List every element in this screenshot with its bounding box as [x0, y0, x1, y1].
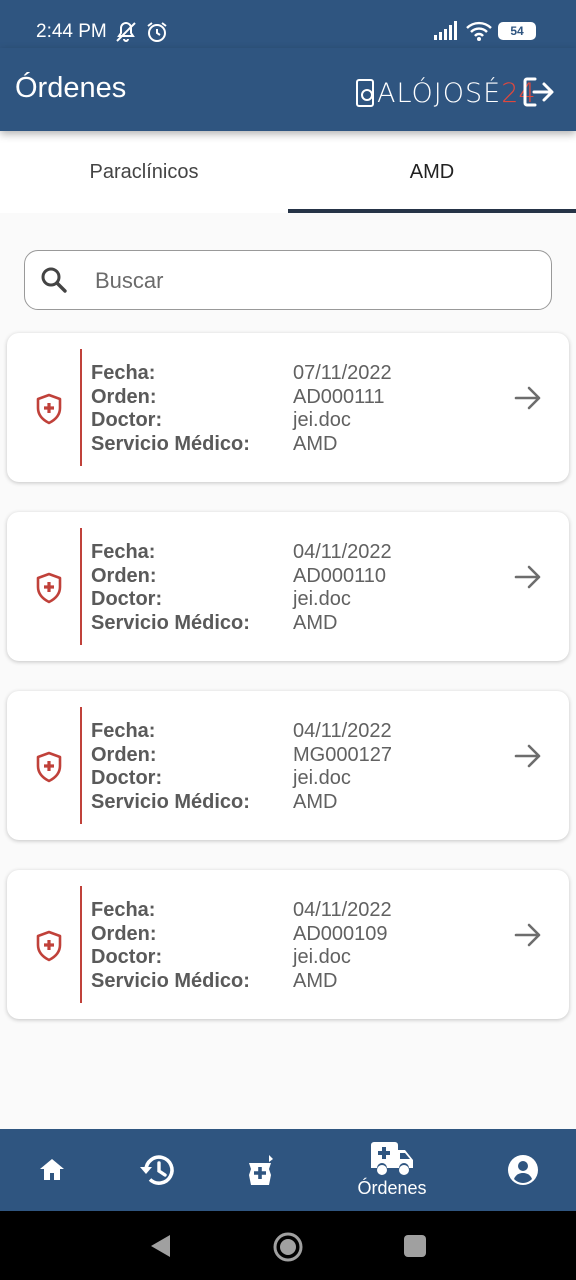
signal-icon	[434, 21, 457, 40]
label-orden: Orden:	[91, 922, 157, 945]
label-servicio: Servicio Médico:	[91, 432, 250, 455]
search-icon	[41, 267, 67, 293]
bottom-nav: Órdenes	[0, 1129, 576, 1211]
order-card[interactable]: Fecha: Orden: Doctor: Servicio Médico: 0…	[7, 333, 569, 482]
logo-mark-icon	[356, 79, 374, 107]
label-fecha: Fecha:	[91, 541, 156, 563]
order-card[interactable]: Fecha: Orden: Doctor: Servicio Médico: 0…	[7, 691, 569, 840]
alarm-icon	[147, 22, 167, 42]
card-values: 04/11/2022 AD000110 jei.doc AMD	[293, 541, 392, 635]
value-orden: AD000110	[293, 564, 387, 587]
value-fecha: 07/11/2022	[293, 362, 392, 384]
value-fecha: 04/11/2022	[293, 720, 392, 742]
card-labels: Fecha: Orden: Doctor: Servicio Médico:	[91, 362, 250, 456]
medical-shield-icon	[36, 751, 62, 783]
value-servicio: AMD	[293, 790, 338, 813]
arrow-right-icon[interactable]	[513, 920, 543, 950]
arrow-right-icon[interactable]	[513, 562, 543, 592]
label-servicio: Servicio Médico:	[91, 611, 250, 634]
brand-logo: ALÓJOSÉ 24	[356, 76, 536, 110]
value-doctor: jei.doc	[293, 946, 351, 968]
card-values: 04/11/2022 AD000109 jei.doc AMD	[293, 899, 392, 993]
label-orden: Orden:	[91, 385, 157, 408]
home-icon	[40, 1159, 64, 1180]
value-orden: AD000111	[293, 385, 385, 408]
system-nav-bar	[0, 1211, 576, 1280]
status-time: 2:44 PM	[36, 21, 107, 42]
label-fecha: Fecha:	[91, 720, 156, 742]
card-values: 04/11/2022 MG000127 jei.doc AMD	[293, 720, 392, 814]
page-title: Órdenes	[15, 72, 127, 104]
tab-bar: Paraclínicos AMD	[0, 131, 576, 213]
label-doctor: Doctor:	[91, 409, 163, 431]
card-divider	[80, 886, 82, 1003]
mute-icon	[116, 21, 136, 42]
wifi-icon	[466, 21, 492, 41]
account-icon	[508, 1155, 538, 1185]
ambulance-icon	[371, 1142, 413, 1175]
label-doctor: Doctor:	[91, 946, 163, 968]
nav-account[interactable]	[478, 1129, 568, 1211]
value-servicio: AMD	[293, 969, 338, 992]
arrow-right-icon[interactable]	[513, 741, 543, 771]
value-fecha: 04/11/2022	[293, 899, 392, 921]
label-fecha: Fecha:	[91, 899, 156, 921]
back-icon[interactable]	[148, 1233, 172, 1259]
pharmacy-icon	[249, 1155, 273, 1185]
label-servicio: Servicio Médico:	[91, 969, 250, 992]
label-doctor: Doctor:	[91, 767, 163, 789]
value-doctor: jei.doc	[293, 767, 351, 789]
tab-paraclinicos[interactable]: Paraclínicos	[0, 131, 288, 213]
card-labels: Fecha: Orden: Doctor: Servicio Médico:	[91, 541, 250, 635]
value-servicio: AMD	[293, 611, 338, 634]
battery-level: 54	[510, 24, 524, 38]
search-input[interactable]	[95, 261, 535, 301]
label-orden: Orden:	[91, 564, 157, 587]
card-values: 07/11/2022 AD000111 jei.doc AMD	[293, 362, 392, 456]
nav-history[interactable]	[112, 1129, 202, 1211]
recents-icon[interactable]	[403, 1234, 427, 1258]
history-icon	[140, 1155, 174, 1185]
medical-shield-icon	[36, 930, 62, 962]
order-card[interactable]: Fecha: Orden: Doctor: Servicio Médico: 0…	[7, 870, 569, 1019]
app-bar: Órdenes ALÓJOSÉ 24	[0, 48, 576, 131]
value-doctor: jei.doc	[293, 409, 351, 431]
card-divider	[80, 528, 82, 645]
battery-icon: 54	[498, 22, 536, 40]
label-fecha: Fecha:	[91, 362, 156, 384]
card-divider	[80, 707, 82, 824]
order-card[interactable]: Fecha: Orden: Doctor: Servicio Médico: 0…	[7, 512, 569, 661]
status-bar: 2:44 PM 54	[0, 0, 576, 48]
label-doctor: Doctor:	[91, 588, 163, 610]
value-servicio: AMD	[293, 432, 338, 455]
medical-shield-icon	[36, 393, 62, 425]
arrow-right-icon[interactable]	[513, 383, 543, 413]
label-orden: Orden:	[91, 743, 157, 766]
logo-text: ALÓJOSÉ	[377, 77, 502, 109]
value-doctor: jei.doc	[293, 588, 351, 610]
label-servicio: Servicio Médico:	[91, 790, 250, 813]
value-fecha: 04/11/2022	[293, 541, 392, 563]
card-divider	[80, 349, 82, 466]
medical-shield-icon	[36, 572, 62, 604]
tab-indicator	[288, 209, 576, 213]
logout-icon[interactable]	[520, 74, 556, 110]
search-box	[24, 250, 552, 310]
nav-ordenes-label: Órdenes	[357, 1178, 427, 1198]
nav-home[interactable]	[7, 1129, 97, 1211]
card-labels: Fecha: Orden: Doctor: Servicio Médico:	[91, 720, 250, 814]
card-labels: Fecha: Orden: Doctor: Servicio Médico:	[91, 899, 250, 993]
value-orden: AD000109	[293, 922, 388, 945]
home-button-icon[interactable]	[272, 1231, 304, 1263]
nav-pharmacy[interactable]	[216, 1129, 306, 1211]
nav-ordenes[interactable]: Órdenes	[347, 1129, 437, 1211]
value-orden: MG000127	[293, 743, 392, 766]
tab-amd[interactable]: AMD	[288, 131, 576, 213]
